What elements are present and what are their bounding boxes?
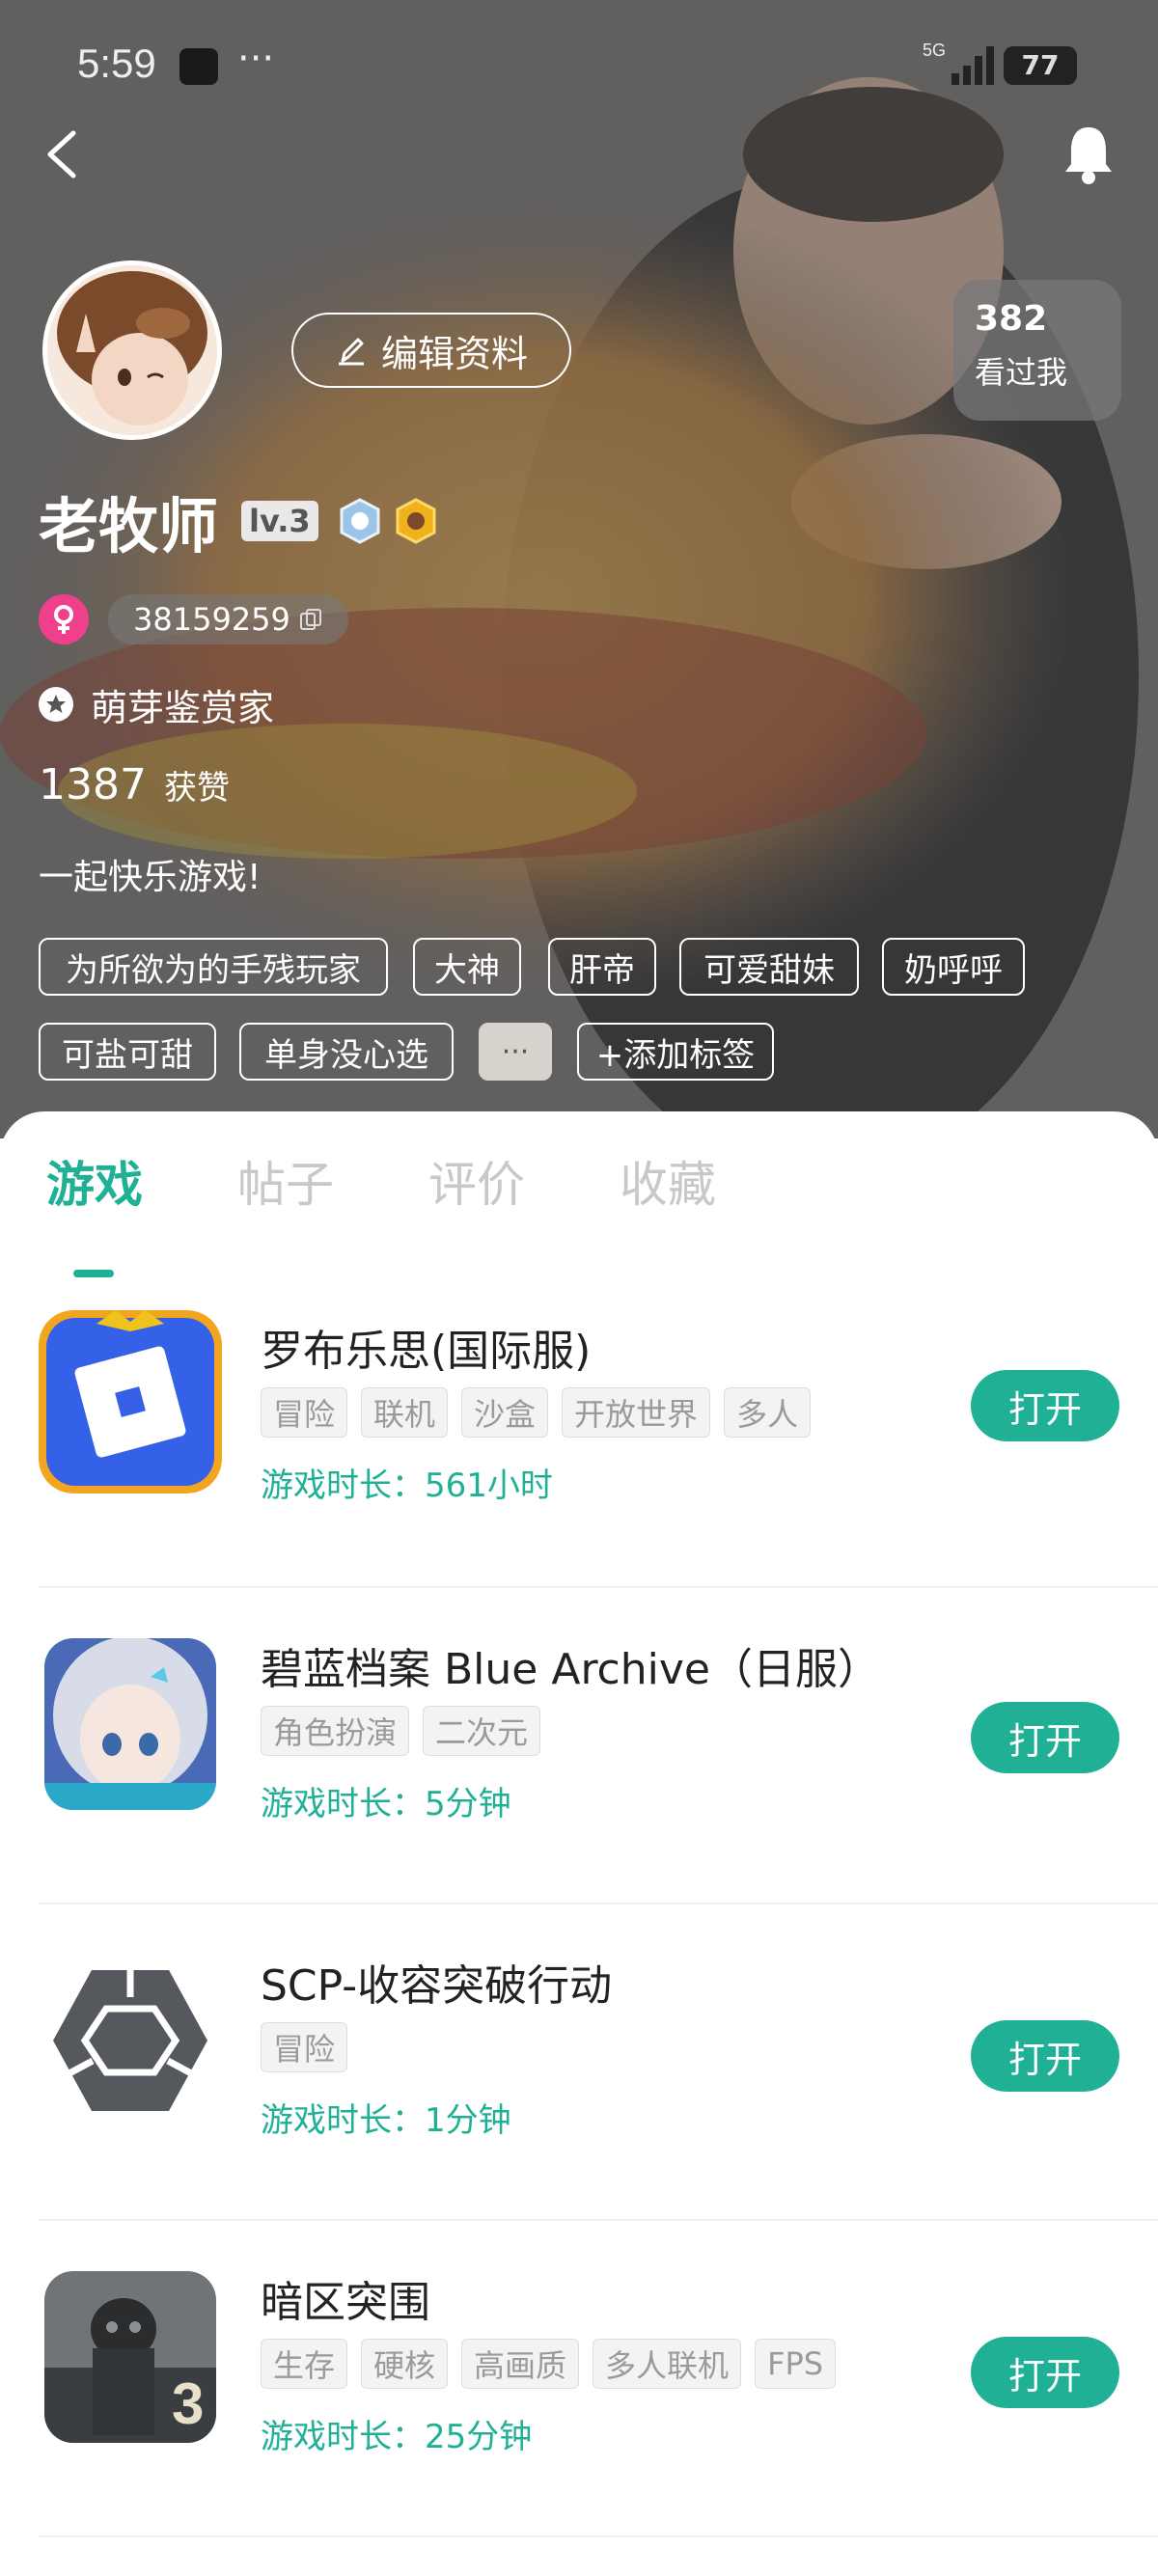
game-tag: 联机	[361, 1387, 449, 1438]
tab-posts[interactable]: 帖子	[237, 1146, 334, 1216]
game-icon-blue-archive	[44, 1638, 216, 1810]
more-notifications-icon: ···	[237, 37, 275, 81]
game-playtime: 游戏时长：561小时	[261, 1466, 553, 1505]
likes-count: 1387	[39, 760, 147, 809]
user-id: 38159259	[133, 601, 290, 638]
profile-tag[interactable]: 奶呼呼	[882, 938, 1025, 996]
game-playtime: 游戏时长：25分钟	[261, 2418, 533, 2456]
id-row: 38159259	[39, 590, 348, 648]
tab-reviews[interactable]: 评价	[428, 1146, 525, 1216]
content-panel: 游戏 帖子 评价 收藏 罗布乐思(国际服) 冒险 联机 沙盒 开放世界 多人 游…	[0, 1111, 1158, 2576]
open-game-button[interactable]: 打开	[971, 1370, 1119, 1441]
game-tags: 冒险 联机 沙盒 开放世界 多人	[261, 1387, 812, 1438]
name-row: 老牧师 lv.3	[39, 482, 438, 562]
game-name: 碧蓝档案 Blue Archive（日服）	[261, 1645, 880, 1694]
profile-tag[interactable]: 为所欲为的手残玩家	[39, 938, 388, 996]
game-list-item[interactable]: SCP-收容突破行动 冒险 游戏时长：1分钟 打开	[0, 1930, 1158, 2246]
visitors-count: 382	[975, 299, 1048, 339]
edit-profile-label: 编辑资料	[380, 332, 528, 375]
likes-row: 1387 获赞	[39, 760, 230, 809]
game-icon-scp	[39, 1949, 222, 2132]
profile-tag[interactable]: 单身没心选	[239, 1023, 454, 1081]
game-tag: 沙盒	[461, 1387, 549, 1438]
profile-tag[interactable]: 肝帝	[548, 938, 656, 996]
game-list-item[interactable]: 3 暗区突围 生存 硬核 高画质 多人联机 FPS 游戏时长：25分钟 打开	[0, 2246, 1158, 2562]
profile-tag[interactable]: 可爱甜妹	[679, 938, 859, 996]
notification-bell-icon[interactable]	[1060, 122, 1117, 187]
divider	[39, 2535, 1158, 2537]
notification-icon	[179, 48, 218, 85]
game-tags: 冒险	[261, 2022, 348, 2072]
add-tag-button[interactable]: +添加标签	[577, 1023, 774, 1081]
game-tag: 角色扮演	[261, 1706, 410, 1756]
game-tag: 多人联机	[593, 2339, 742, 2389]
status-bar: 5:59 ··· 5G 77	[0, 0, 1158, 135]
game-list-item[interactable]: 罗布乐思(国际服) 冒险 联机 沙盒 开放世界 多人 游戏时长：561小时 打开	[0, 1295, 1158, 1611]
tab-favorites[interactable]: 收藏	[620, 1146, 716, 1216]
game-tag: 开放世界	[562, 1387, 711, 1438]
tab-games[interactable]: 游戏	[46, 1146, 143, 1216]
game-tag: 硬核	[361, 2339, 449, 2389]
game-name: SCP-收容突破行动	[261, 1961, 613, 2011]
profile-tag[interactable]: 可盐可甜	[39, 1023, 216, 1081]
battery-indicator: 77	[1004, 46, 1077, 85]
username: 老牧师	[39, 491, 219, 562]
game-name: 暗区突围	[261, 2278, 430, 2327]
game-playtime: 游戏时长：1分钟	[261, 2101, 511, 2140]
divider	[39, 1586, 1158, 1588]
user-title-row: 萌芽鉴赏家	[39, 675, 274, 733]
game-list-item[interactable]: 碧蓝档案 Blue Archive（日服） 角色扮演 二次元 游戏时长：5分钟 …	[0, 1613, 1158, 1930]
user-id-chip[interactable]: 38159259	[108, 594, 348, 644]
user-title: 萌芽鉴赏家	[91, 686, 275, 729]
medal-badge-icon[interactable]	[338, 498, 382, 544]
open-game-button[interactable]: 打开	[971, 1702, 1119, 1773]
star-icon	[39, 687, 73, 722]
copy-icon[interactable]	[298, 607, 323, 632]
likes-label: 获赞	[163, 769, 230, 808]
game-tag: 冒险	[261, 1387, 348, 1438]
more-tags-button[interactable]: ···	[479, 1023, 552, 1081]
game-tag: 生存	[261, 2339, 348, 2389]
game-tags: 生存 硬核 高画质 多人联机 FPS	[261, 2339, 837, 2389]
visitors-card[interactable]: 382 看过我	[953, 280, 1121, 421]
game-tag: 多人	[724, 1387, 812, 1438]
game-tag: 二次元	[423, 1706, 541, 1756]
gold-badge-icon[interactable]	[394, 498, 438, 544]
avatar[interactable]	[42, 260, 222, 440]
game-tag: FPS	[755, 2339, 837, 2389]
game-tag: 冒险	[261, 2022, 348, 2072]
divider	[39, 2219, 1158, 2221]
female-gender-icon	[39, 594, 89, 644]
open-game-button[interactable]: 打开	[971, 2020, 1119, 2092]
bio: 一起快乐游戏!	[39, 858, 262, 897]
edit-profile-button[interactable]: 编辑资料	[291, 313, 571, 388]
game-name: 罗布乐思(国际服)	[261, 1327, 592, 1376]
level-badge: lv.3	[241, 501, 318, 541]
status-time: 5:59	[77, 41, 156, 86]
profile-header: 5:59 ··· 5G 77 编辑资料 382 看过我 老牧师 lv.3 381…	[0, 0, 1158, 1138]
game-icon-roblox	[39, 1310, 222, 1494]
game-tags: 角色扮演 二次元	[261, 1706, 541, 1756]
visitors-label: 看过我	[975, 354, 1068, 391]
network-type-label: 5G	[923, 41, 946, 60]
game-playtime: 游戏时长：5分钟	[261, 1785, 511, 1823]
open-game-button[interactable]: 打开	[971, 2337, 1119, 2408]
game-icon-arena-breakout: 3	[44, 2271, 216, 2443]
tab-bar: 游戏 帖子 评价 收藏	[0, 1146, 1158, 1277]
edit-pencil-icon	[338, 338, 364, 366]
svg-text:3: 3	[172, 2371, 204, 2436]
divider	[39, 1903, 1158, 1905]
back-icon[interactable]	[39, 125, 87, 183]
tab-active-indicator	[73, 1270, 114, 1277]
game-tag: 高画质	[461, 2339, 580, 2389]
profile-tag[interactable]: 大神	[413, 938, 521, 996]
